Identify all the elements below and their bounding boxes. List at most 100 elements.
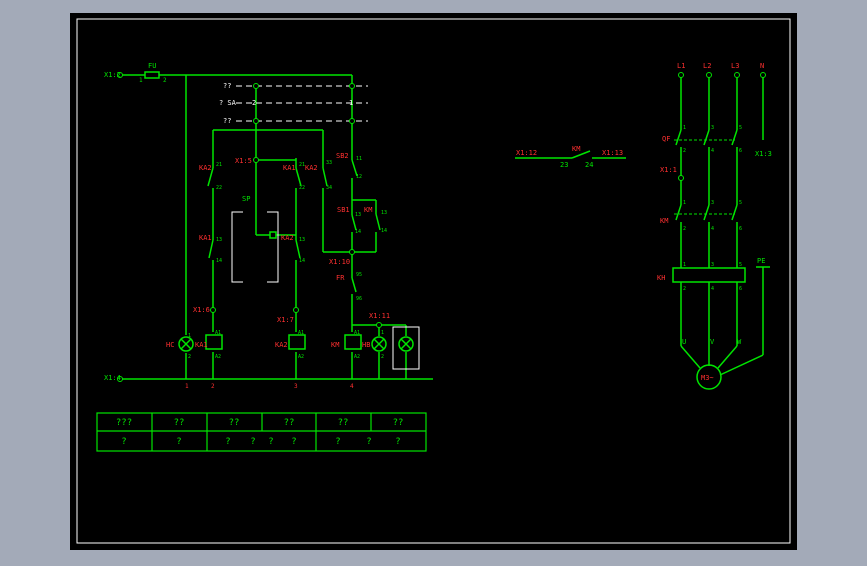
coil-ka1-label: KA1 xyxy=(195,341,208,349)
coil-ka2-label: KA2 xyxy=(275,341,288,349)
selector-pin-2: 2 xyxy=(252,99,256,107)
pin-13-b: 13 xyxy=(299,237,305,243)
breaker-qf-label: QF xyxy=(662,135,670,143)
kh-pin-5: 5 xyxy=(739,262,742,268)
qf-pin-4: 4 xyxy=(711,148,714,154)
motor-label: M3~ xyxy=(701,374,714,382)
contactor-km-main-label: KM xyxy=(660,217,668,225)
button-sb2-label: SB2 xyxy=(336,152,349,160)
terminal-x1-2: X1:2 xyxy=(104,71,121,79)
terminal-x1-10: X1:10 xyxy=(329,258,350,266)
kh-pin-1: 1 xyxy=(683,262,686,268)
table-header-cell: ??? xyxy=(116,418,132,428)
aux-pin-23: 23 xyxy=(560,161,568,169)
pin-22-a: 22 xyxy=(216,185,222,191)
table-body-cell: ? xyxy=(176,437,181,447)
fuse-pin-2: 2 xyxy=(163,77,167,84)
terminal-x1-1: X1:1 xyxy=(660,166,677,174)
coil-km-label: KM xyxy=(331,341,339,349)
pin-13-c: 13 xyxy=(355,212,361,218)
selector-label-1: ?? xyxy=(223,82,231,90)
km-pin-2: 2 xyxy=(683,226,686,232)
kh-pin-4: 4 xyxy=(711,286,714,292)
pin-11: 11 xyxy=(356,156,362,162)
selector-sa-label: ? SA xyxy=(219,99,237,107)
motor-terminal-u: U xyxy=(682,338,686,346)
pin-13-a: 13 xyxy=(216,237,222,243)
pin-14-d: 14 xyxy=(381,228,387,234)
terminal-x1-12: X1:12 xyxy=(516,149,537,157)
lamp-hb-pin-1: 1 xyxy=(381,330,384,336)
phase-l3-label: L3 xyxy=(731,62,739,70)
pin-33: 33 xyxy=(326,160,332,166)
pin-14-b: 14 xyxy=(299,258,305,264)
pin-14-c: 14 xyxy=(355,229,361,235)
coil-ka1-a2: A2 xyxy=(215,354,221,360)
table-header-cell: ?? xyxy=(338,418,349,428)
table-body-cell: ? xyxy=(335,437,340,447)
selector-pin-1: 1 xyxy=(349,99,353,107)
aux-pin-24: 24 xyxy=(585,161,593,169)
pin-13-d: 13 xyxy=(381,210,387,216)
terminal-x1-5: X1:5 xyxy=(235,157,252,165)
km-pin-6: 6 xyxy=(739,226,742,232)
kh-pin-2: 2 xyxy=(683,286,686,292)
km-pin-4: 4 xyxy=(711,226,714,232)
pin-14-a: 14 xyxy=(216,258,222,264)
coil-ka2-a1: A1 xyxy=(298,330,304,336)
terminal-x1-6: X1:6 xyxy=(193,306,210,314)
contact-ka2-mid-label: KA2 xyxy=(305,164,318,172)
contact-km-hold-label: KM xyxy=(364,206,372,214)
km-pin-5: 5 xyxy=(739,200,742,206)
contact-ka2-top-label: KA2 xyxy=(199,164,212,172)
lamp-hc-label: HC xyxy=(166,341,174,349)
kh-pin-3: 3 xyxy=(711,262,714,268)
pin-96: 96 xyxy=(356,296,362,302)
lamp-pin-1: 1 xyxy=(188,333,191,339)
table-header-cell: ?? xyxy=(229,418,240,428)
pin-12: 12 xyxy=(356,174,362,180)
bus-node-1: 1 xyxy=(185,383,189,390)
coil-km-a1: A1 xyxy=(354,330,360,336)
phase-l1-label: L1 xyxy=(677,62,685,70)
contact-ka2-low-label: KA2 xyxy=(281,234,294,242)
fuse-pin-1: 1 xyxy=(139,77,143,84)
bus-node-4: 4 xyxy=(350,383,354,390)
lamp-hb-pin-2: 2 xyxy=(381,354,384,360)
fuse-label: FU xyxy=(148,62,156,70)
aux-contact-km-label: KM xyxy=(572,145,580,153)
qf-pin-1: 1 xyxy=(683,125,686,131)
qf-pin-5: 5 xyxy=(739,125,742,131)
phase-l2-label: L2 xyxy=(703,62,711,70)
km-pin-3: 3 xyxy=(711,200,714,206)
schematic-drawing: X1:2 FU 1 2 X1:4 ?? ? SA 2 1 ?? KA2 21 2… xyxy=(70,13,797,550)
table-body-cell: ? xyxy=(225,437,230,447)
coil-ka2-a2: A2 xyxy=(298,354,304,360)
terminal-x1-13: X1:13 xyxy=(602,149,623,157)
neutral-n-label: N xyxy=(760,62,764,70)
protective-earth-label: PE xyxy=(757,257,765,265)
table-body-cell: ? xyxy=(291,437,296,447)
overload-fr-label: FR xyxy=(336,274,345,282)
terminal-x1-7: X1:7 xyxy=(277,316,294,324)
table-header-cell: ?? xyxy=(174,418,185,428)
lamp-pin-2: 2 xyxy=(188,354,191,360)
terminal-x1-11: X1:11 xyxy=(369,312,390,320)
pin-21-a: 21 xyxy=(216,162,222,168)
button-sb1-label: SB1 xyxy=(337,206,350,214)
contact-ka1-label: KA1 xyxy=(283,164,296,172)
float-switch-sp-label: SP xyxy=(242,195,250,203)
selector-label-2: ?? xyxy=(223,117,231,125)
qf-pin-2: 2 xyxy=(683,148,686,154)
table-body-cell: ? xyxy=(121,437,126,447)
bus-node-3: 3 xyxy=(294,383,298,390)
km-pin-1: 1 xyxy=(683,200,686,206)
table-header-cell: ?? xyxy=(284,418,295,428)
kh-pin-6: 6 xyxy=(739,286,742,292)
terminal-x1-4: X1:4 xyxy=(104,374,121,382)
pin-21-b: 21 xyxy=(299,162,305,168)
bus-node-2: 2 xyxy=(211,383,215,390)
coil-km-a2: A2 xyxy=(354,354,360,360)
cad-viewer-canvas[interactable]: X1:2 FU 1 2 X1:4 ?? ? SA 2 1 ?? KA2 21 2… xyxy=(0,0,867,562)
pin-22-b: 22 xyxy=(299,185,305,191)
